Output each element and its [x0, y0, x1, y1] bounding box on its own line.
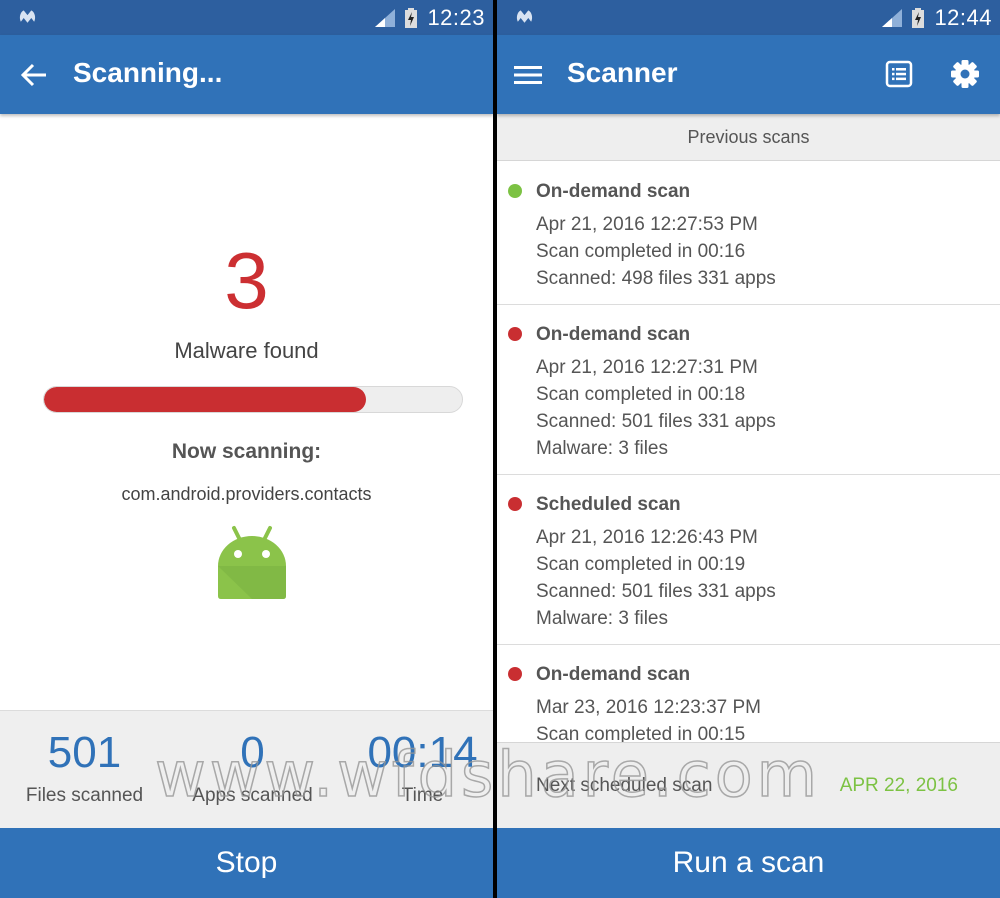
scan-type: On-demand scan: [536, 324, 691, 345]
page-title: Scanner: [567, 57, 678, 88]
scan-date: Apr 21, 2016 12:27:53 PM: [536, 214, 758, 235]
status-time: 12:44: [934, 4, 992, 30]
scan-history-item[interactable]: On-demand scan Mar 23, 2016 12:23:37 PM …: [497, 645, 1000, 742]
app-bar: Scanning...: [0, 35, 493, 114]
status-dot-malware: [508, 667, 522, 681]
next-scheduled-scan-bar: Next scheduled scan APR 22, 2016: [497, 742, 1000, 828]
stat-files-scanned: 501 Files scanned: [2, 731, 167, 807]
scan-type: Scheduled scan: [536, 494, 681, 515]
status-bar: 12:44: [497, 0, 1000, 35]
android-app-icon: [218, 526, 286, 599]
scan-counts: Scanned: 498 files 331 apps: [536, 268, 776, 289]
status-dot-malware: [508, 327, 522, 341]
scan-type: On-demand scan: [536, 181, 691, 202]
scan-duration: Scan completed in 00:16: [536, 241, 746, 262]
scan-duration: Scan completed in 00:19: [536, 554, 746, 575]
signal-icon: [375, 8, 396, 27]
now-scanning-package: com.android.providers.contacts: [121, 484, 372, 504]
stat-time: 00:14 Time: [340, 731, 493, 807]
scan-progress-fill: [44, 387, 366, 412]
scanning-screen: 12:23 Scanning... 3 Malware found Now sc…: [0, 0, 493, 898]
scan-date: Mar 23, 2016 12:23:37 PM: [536, 697, 761, 718]
scan-history-list-icon[interactable]: [885, 60, 913, 88]
stat-value: 00:14: [367, 728, 478, 777]
status-time: 12:23: [427, 4, 485, 30]
scan-stats: 501 Files scanned 0 Apps scanned 00:14 T…: [0, 710, 493, 828]
scan-history-item[interactable]: On-demand scan Apr 21, 2016 12:27:53 PM …: [497, 162, 1000, 305]
scan-malware: Malware: 3 files: [536, 608, 668, 629]
stat-apps-scanned: 0 Apps scanned: [170, 731, 335, 807]
scan-history-item[interactable]: Scheduled scan Apr 21, 2016 12:26:43 PM …: [497, 475, 1000, 645]
status-dot-clean: [508, 184, 522, 198]
back-arrow-icon[interactable]: [20, 62, 48, 88]
scan-duration: Scan completed in 00:18: [536, 384, 746, 405]
run-scan-button[interactable]: Run a scan: [497, 828, 1000, 898]
scan-date: Apr 21, 2016 12:26:43 PM: [536, 527, 758, 548]
scan-type: On-demand scan: [536, 664, 691, 685]
scan-date: Apr 21, 2016 12:27:31 PM: [536, 357, 758, 378]
status-bar: 12:23: [0, 0, 493, 35]
stat-value: 501: [47, 728, 122, 777]
stat-value: 0: [240, 728, 265, 777]
malwarebytes-logo-icon: [516, 10, 533, 23]
malwarebytes-logo-icon: [19, 10, 36, 23]
scan-history-item[interactable]: On-demand scan Apr 21, 2016 12:27:31 PM …: [497, 305, 1000, 475]
scan-history-list[interactable]: On-demand scan Apr 21, 2016 12:27:53 PM …: [497, 162, 1000, 742]
stat-label: Files scanned: [25, 785, 144, 806]
scan-progress-area: 3 Malware found Now scanning: com.androi…: [0, 114, 493, 710]
scan-counts: Scanned: 501 files 331 apps: [536, 581, 776, 602]
scanner-screen: 12:44 Scanner Previous scans On-demand s…: [497, 0, 1000, 898]
scan-duration: Scan completed in 00:15: [536, 724, 746, 742]
status-dot-malware: [508, 497, 522, 511]
battery-charging-icon: [405, 7, 418, 28]
malware-count: 3: [224, 236, 269, 325]
scan-malware: Malware: 3 files: [536, 438, 668, 459]
malware-found-label: Malware found: [174, 338, 319, 363]
now-scanning-label: Now scanning:: [171, 440, 322, 463]
battery-charging-icon: [912, 7, 925, 28]
hamburger-menu-icon[interactable]: [514, 62, 542, 88]
app-bar: Scanner: [497, 35, 1000, 114]
settings-gear-icon[interactable]: [950, 59, 980, 89]
scan-counts: Scanned: 501 files 331 apps: [536, 411, 776, 432]
next-scheduled-date: APR 22, 2016: [839, 775, 958, 796]
scan-progress-bar: [43, 386, 463, 413]
previous-scans-header: Previous scans: [497, 114, 1000, 161]
signal-icon: [882, 8, 903, 27]
stat-label: Apps scanned: [192, 785, 313, 806]
page-title: Scanning...: [73, 57, 223, 88]
stat-label: Time: [401, 785, 444, 806]
stop-button[interactable]: Stop: [0, 828, 493, 898]
next-scheduled-label: Next scheduled scan: [536, 775, 713, 796]
